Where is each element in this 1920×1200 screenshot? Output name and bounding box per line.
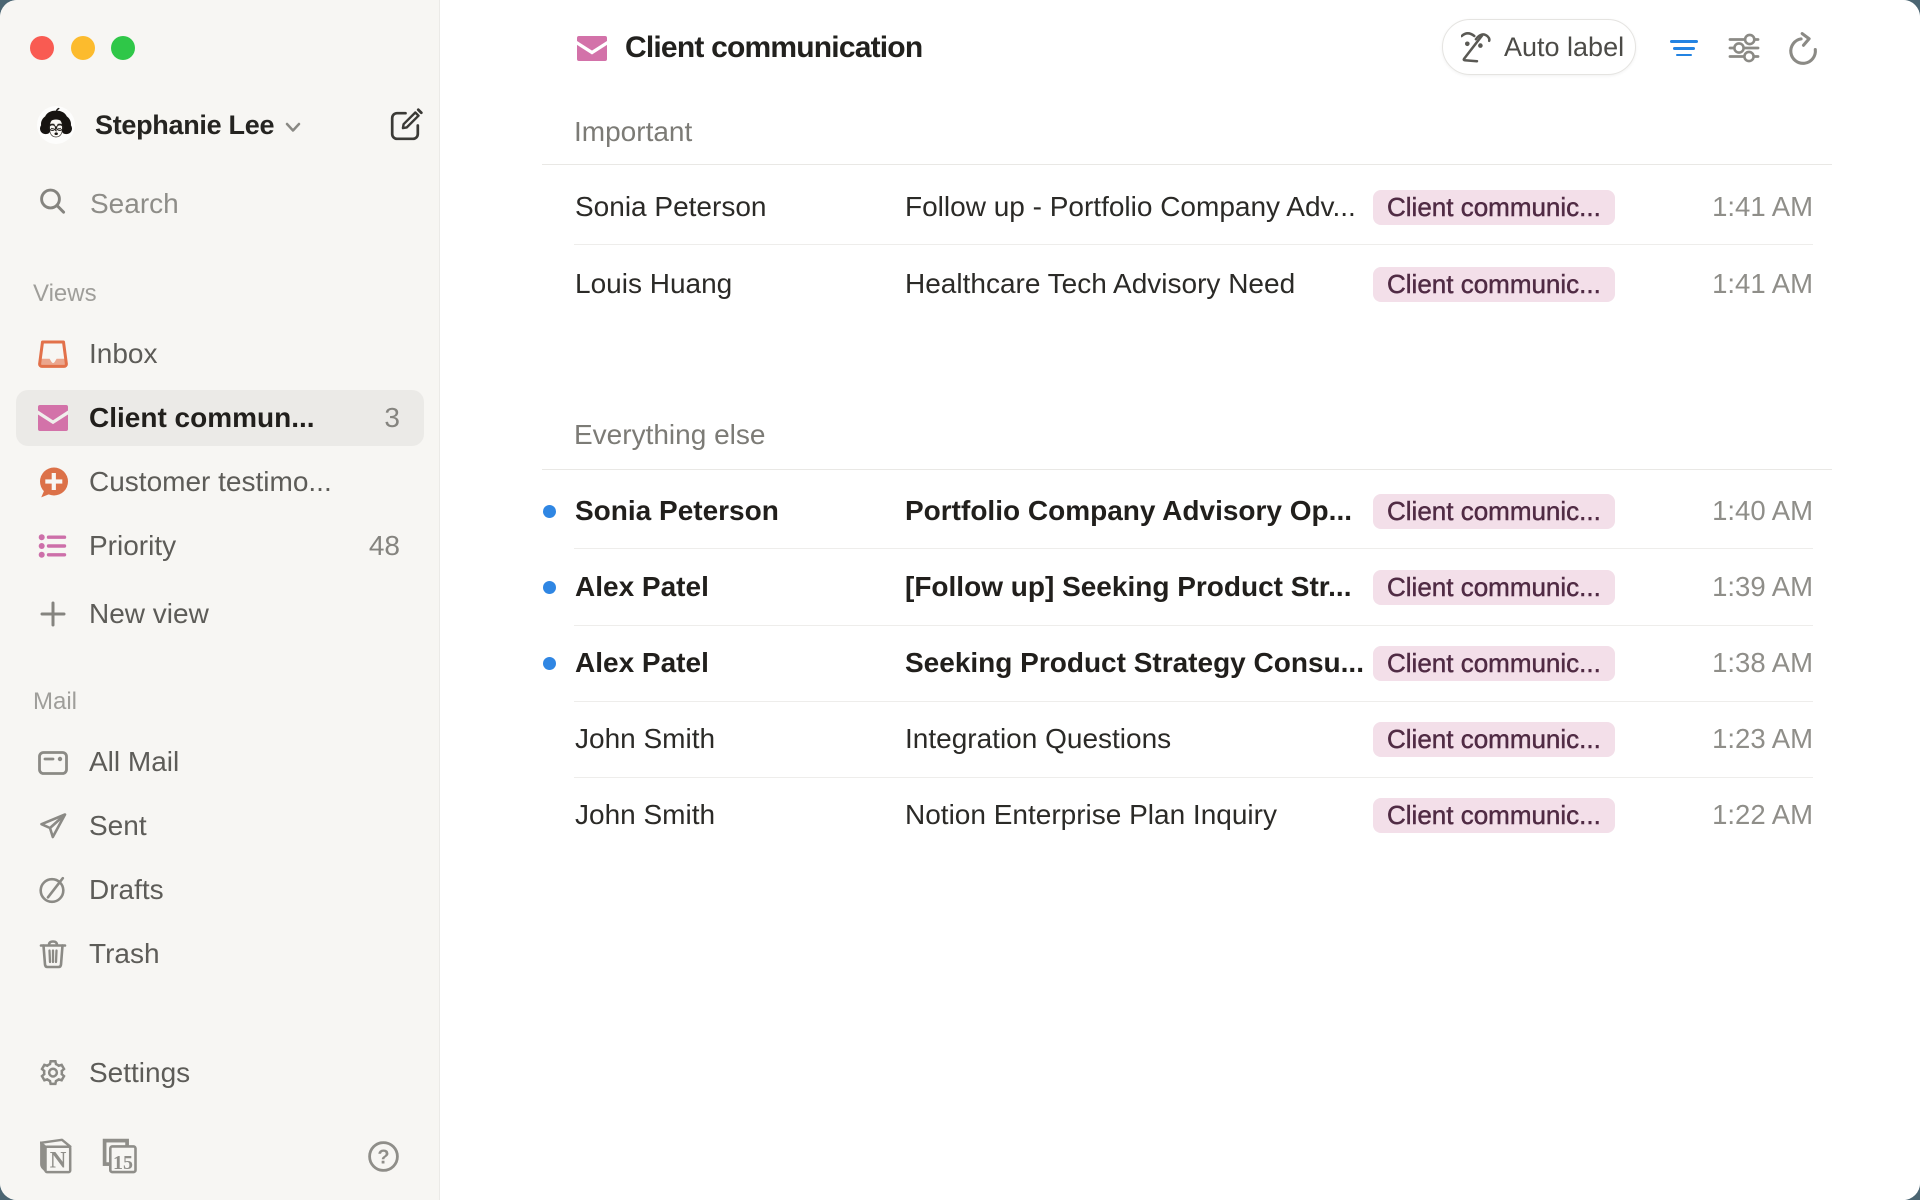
svg-text:N: N <box>50 1148 67 1173</box>
svg-text:?: ? <box>377 1147 389 1169</box>
svg-text:15: 15 <box>113 1152 133 1174</box>
